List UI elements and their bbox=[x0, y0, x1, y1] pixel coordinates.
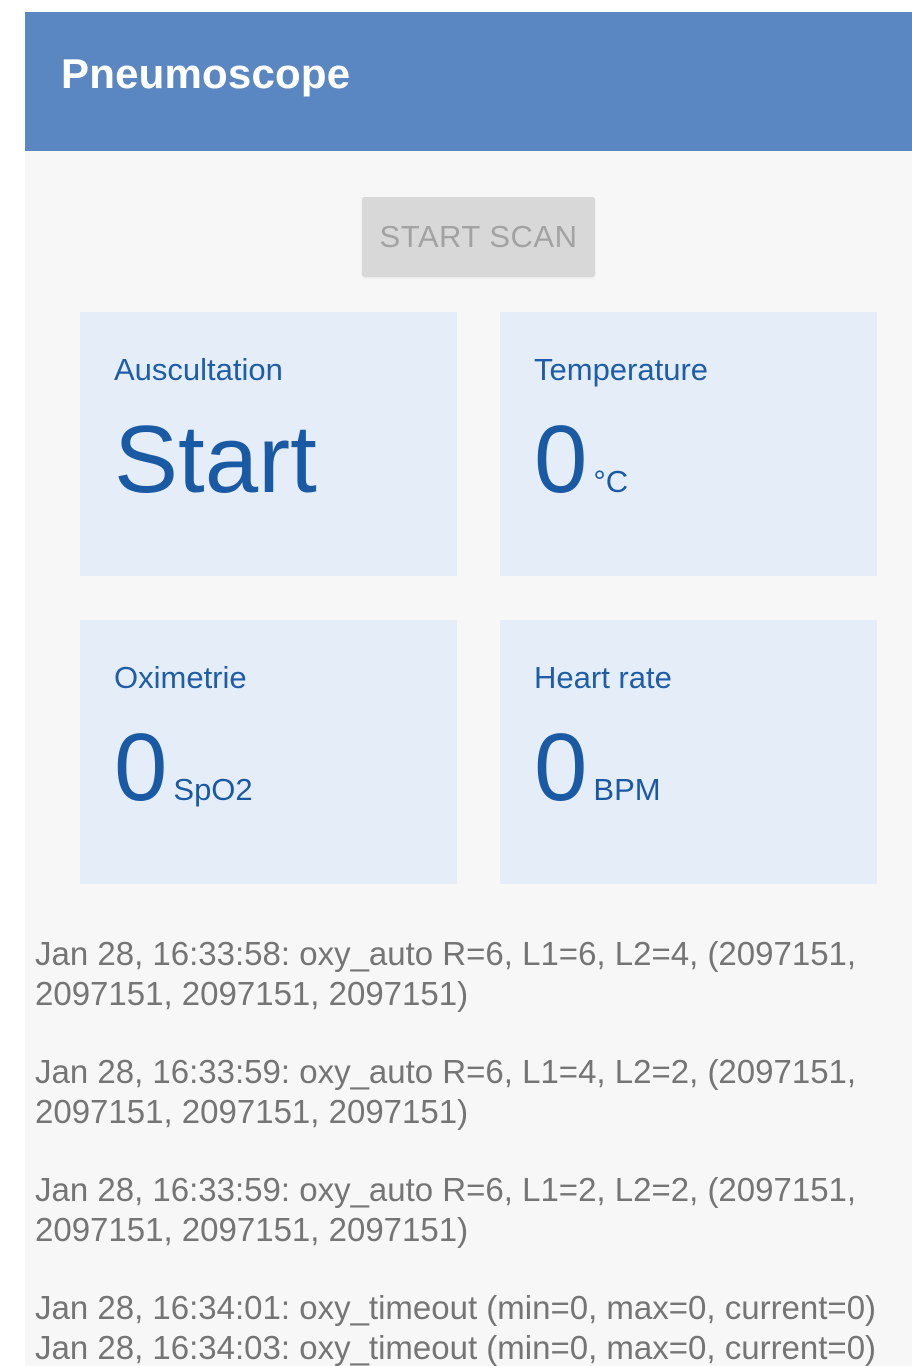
temperature-unit: °C bbox=[593, 464, 629, 499]
heart-rate-label: Heart rate bbox=[534, 660, 672, 695]
oximetrie-unit: SpO2 bbox=[173, 772, 253, 807]
app-screen: Pneumoscope START SCAN Auscultation Star… bbox=[25, 12, 912, 1366]
app-bar: Pneumoscope bbox=[25, 12, 912, 151]
oximetrie-tile[interactable]: Oximetrie 0 SpO2 bbox=[80, 620, 457, 884]
oximetrie-label: Oximetrie bbox=[114, 660, 247, 695]
oximetrie-value: 0 SpO2 bbox=[114, 720, 253, 816]
heart-rate-value-text: 0 bbox=[534, 714, 588, 821]
auscultation-value-text: Start bbox=[114, 406, 317, 513]
auscultation-tile[interactable]: Auscultation Start bbox=[80, 312, 457, 576]
auscultation-label: Auscultation bbox=[114, 352, 283, 387]
log-entry: Jan 28, 16:34:03: oxy_timeout (min=0, ma… bbox=[35, 1329, 877, 1366]
log-entry: Jan 28, 16:33:59: oxy_auto R=6, L1=4, L2… bbox=[35, 1053, 857, 1130]
heart-rate-value: 0 BPM bbox=[534, 720, 661, 816]
log-entry: Jan 28, 16:33:59: oxy_auto R=6, L1=2, L2… bbox=[35, 1171, 857, 1248]
log-entry: Jan 28, 16:34:01: oxy_timeout (min=0, ma… bbox=[35, 1289, 877, 1326]
oximetrie-value-text: 0 bbox=[114, 714, 168, 821]
heart-rate-tile[interactable]: Heart rate 0 BPM bbox=[500, 620, 877, 884]
auscultation-value: Start bbox=[114, 412, 317, 508]
heart-rate-unit: BPM bbox=[593, 772, 661, 807]
app-title: Pneumoscope bbox=[61, 50, 351, 97]
temperature-value: 0 °C bbox=[534, 412, 628, 508]
temperature-value-text: 0 bbox=[534, 406, 588, 513]
start-scan-button[interactable]: START SCAN bbox=[362, 197, 595, 277]
log-entry: Jan 28, 16:33:58: oxy_auto R=6, L1=6, L2… bbox=[35, 935, 857, 1012]
temperature-label: Temperature bbox=[534, 352, 709, 387]
temperature-tile[interactable]: Temperature 0 °C bbox=[500, 312, 877, 576]
event-log: Jan 28, 16:33:58: oxy_auto R=6, L1=6, L2… bbox=[35, 934, 900, 1366]
